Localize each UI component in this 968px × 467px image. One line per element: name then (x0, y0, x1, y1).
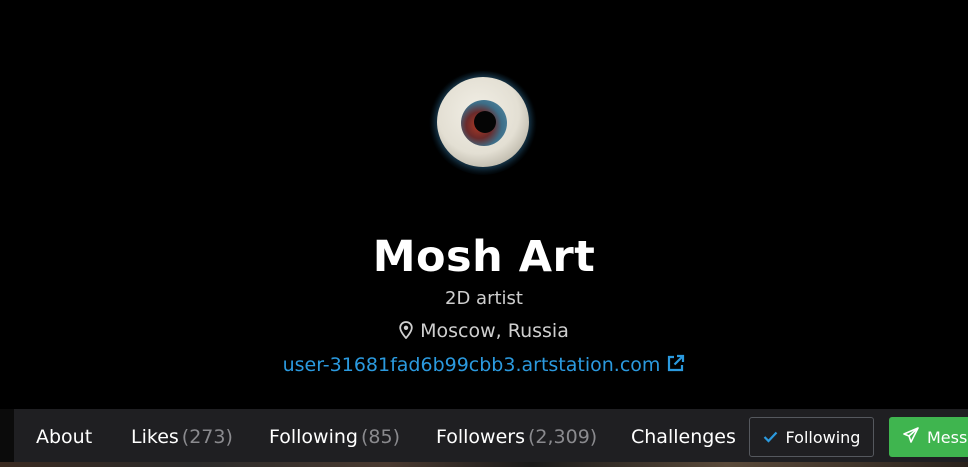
tab-likes-count: (273) (181, 426, 233, 448)
tab-following-count: (85) (360, 426, 400, 448)
message-button[interactable]: Message (889, 417, 968, 457)
profile-page: Mosh Art 2D artist Moscow, Russia user-3… (0, 0, 968, 467)
website-link[interactable]: user-31681fad6b99cbb3.artstation.com (283, 354, 661, 376)
tab-following[interactable]: Following (85) (269, 426, 400, 448)
tab-following-label: Following (269, 426, 358, 448)
tab-followers[interactable]: Followers (2,309) (436, 426, 597, 448)
location-text: Moscow, Russia (420, 320, 569, 342)
avatar[interactable] (429, 71, 537, 175)
following-button-label: Following (785, 427, 861, 447)
tab-likes[interactable]: Likes (273) (131, 426, 233, 448)
artwork-thumbnails-edge (0, 462, 968, 467)
paper-plane-icon (903, 427, 919, 447)
profile-headline: 2D artist (445, 288, 523, 309)
map-pin-icon (399, 321, 413, 344)
profile-location: Moscow, Russia (0, 320, 968, 344)
profile-nav-bar: About Likes (273) Following (85) Followers… (0, 409, 968, 467)
check-icon (763, 428, 778, 447)
tab-followers-count: (2,309) (528, 426, 598, 448)
following-button[interactable]: Following (749, 417, 874, 457)
tab-about-label: About (36, 426, 93, 448)
tab-likes-label: Likes (131, 426, 179, 448)
message-button-label: Message (927, 427, 968, 447)
external-link-icon[interactable] (666, 354, 685, 378)
eye-pupil (474, 111, 496, 133)
tab-followers-label: Followers (436, 426, 525, 448)
eye-avatar-image (437, 77, 529, 167)
tab-about[interactable]: About (36, 426, 92, 448)
tab-challenges-label: Challenges (631, 426, 736, 448)
tab-challenges[interactable]: Challenges (631, 426, 736, 448)
eye-iris (461, 100, 507, 146)
profile-name: Mosh Art (372, 232, 596, 282)
nav-left-edge (0, 409, 14, 467)
profile-website[interactable]: user-31681fad6b99cbb3.artstation.com (0, 354, 968, 378)
